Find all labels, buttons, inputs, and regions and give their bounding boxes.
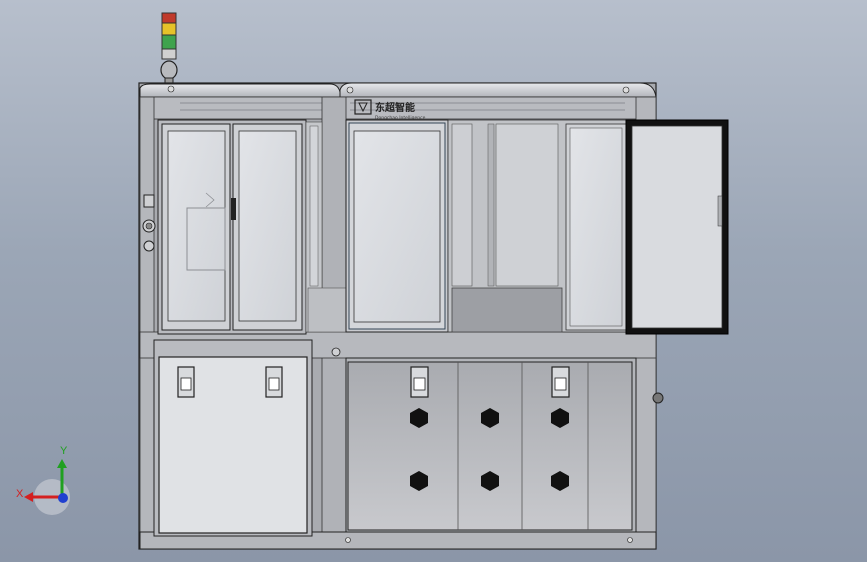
signal-tower-icon [160, 12, 178, 85]
lower-left-panel[interactable] [153, 339, 313, 537]
axis-triad-icon[interactable] [24, 459, 70, 515]
lower-right-panel[interactable] [345, 357, 637, 533]
upper-middle-door[interactable] [345, 119, 449, 333]
upper-left-door[interactable] [157, 119, 307, 335]
brand-name: 东超智能 [375, 101, 415, 114]
right-interior [447, 119, 637, 333]
open-door[interactable] [625, 119, 729, 335]
axis-y-label: Y [60, 445, 68, 457]
machine-drawing: 东超智能 Dongchao Intelligence Y X [16, 12, 729, 550]
side-controls [142, 194, 156, 252]
axis-x-label: X [16, 488, 24, 500]
cad-viewport[interactable]: 东超智能 Dongchao Intelligence Y X [0, 0, 867, 562]
door-handle[interactable] [231, 198, 236, 220]
